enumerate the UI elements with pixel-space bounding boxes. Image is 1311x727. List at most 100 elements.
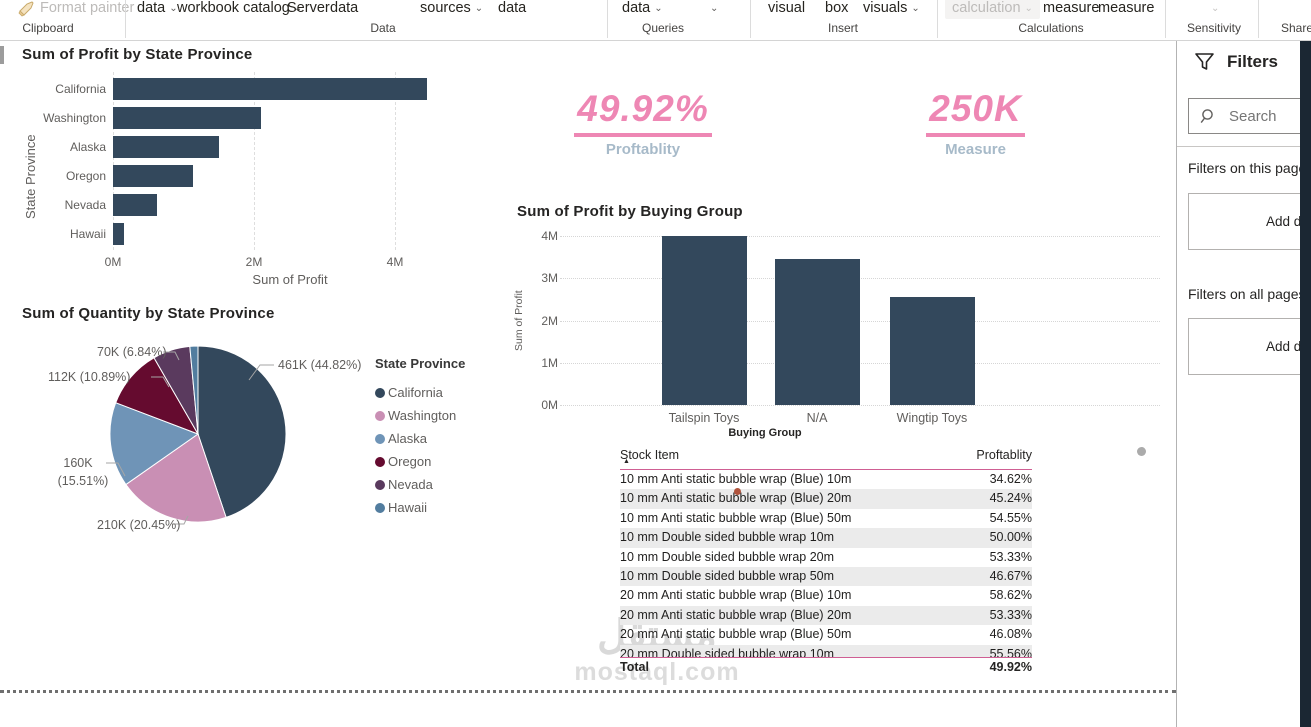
group-label-sensitivity: Sensitivity xyxy=(1187,21,1241,35)
column-header-stock-item[interactable]: Stock Item xyxy=(620,445,952,469)
kpi-value: 49.92% xyxy=(574,88,712,137)
transform-data-button[interactable]: data xyxy=(498,0,526,19)
bar-hawaii[interactable] xyxy=(113,223,124,245)
filters-search-box[interactable] xyxy=(1188,98,1311,134)
legend-item-washington[interactable]: Washington xyxy=(375,404,465,427)
kpi-label: Measure xyxy=(908,141,1043,158)
search-input[interactable] xyxy=(1227,107,1311,126)
bar-nevada[interactable] xyxy=(113,194,157,216)
y-axis-tick: 4M xyxy=(541,229,558,243)
new-measure-button[interactable]: measure xyxy=(1043,0,1099,19)
legend-item-oregon[interactable]: Oregon xyxy=(375,450,465,473)
chevron-down-icon: ⌄ xyxy=(475,3,483,14)
filter-funnel-icon xyxy=(1194,52,1215,72)
calculation-button[interactable]: calculation⌄ xyxy=(945,0,1040,19)
category-label: Oregon xyxy=(13,165,106,187)
gridline xyxy=(560,405,1160,406)
bar-california[interactable] xyxy=(113,78,427,100)
recent-sources-button[interactable]: sources⌄ xyxy=(420,0,483,19)
filters-pane: Filters Filters on this page Add data fi… xyxy=(1176,40,1304,727)
category-label: Wingtip Toys xyxy=(897,411,968,425)
group-label-calculations: Calculations xyxy=(1018,21,1083,35)
scrollbar-nub[interactable] xyxy=(0,46,4,64)
resize-handle-dot[interactable] xyxy=(1137,447,1146,456)
enter-data-button[interactable]: data xyxy=(330,0,358,19)
quick-measure-button[interactable]: measure xyxy=(1098,0,1154,19)
chevron-down-icon: ⌄ xyxy=(654,3,662,14)
table-row[interactable]: 20 mm Anti static bubble wrap (Blue) 10m… xyxy=(620,586,1032,605)
column-chart-profit-by-buying-group[interactable]: Sum of Profit by Buying Group Sum of Pro… xyxy=(505,195,1165,440)
bar-row: Oregon xyxy=(13,165,443,187)
x-axis-tick: 2M xyxy=(246,255,263,269)
proftablity-cell: 34.62% xyxy=(952,470,1032,489)
queries-data-button[interactable]: data⌄ xyxy=(622,0,663,19)
bar-oregon[interactable] xyxy=(113,165,193,187)
get-data-button[interactable]: data⌄ xyxy=(137,0,178,19)
plot-area xyxy=(560,236,1160,405)
gridline xyxy=(560,278,1160,279)
table-row[interactable]: 10 mm Double sided bubble wrap 10m50.00% xyxy=(620,528,1032,547)
bar-row: Alaska xyxy=(13,136,443,158)
y-axis-tick: 2M xyxy=(541,314,558,328)
pie-data-label: 112K (10.89%) xyxy=(48,370,130,384)
more-visuals-button[interactable]: visuals⌄ xyxy=(863,0,920,19)
pie-chart-quantity-by-state[interactable]: Sum of Quantity by State Province 461K (… xyxy=(10,298,510,553)
legend-item-california[interactable]: California xyxy=(375,381,465,404)
bar-row: Hawaii xyxy=(13,223,443,245)
table-row[interactable]: 10 mm Double sided bubble wrap 20m53.33% xyxy=(620,548,1032,567)
y-axis-tick: 1M xyxy=(541,356,558,370)
table-row[interactable]: 10 mm Double sided bubble wrap 50m46.67% xyxy=(620,567,1032,586)
legend-label: California xyxy=(388,385,443,400)
proftablity-cell: 46.08% xyxy=(952,625,1032,644)
workbook-catalog-button[interactable]: workbook catalog⌄ xyxy=(177,0,302,19)
kpi-card-measure[interactable]: 250K Measure xyxy=(908,88,1043,158)
bar-alaska[interactable] xyxy=(113,136,219,158)
add-data-fields-dropzone-all[interactable]: Add data fie xyxy=(1188,318,1311,375)
format-painter-button[interactable]: Format painter xyxy=(40,0,134,19)
new-visual-button[interactable]: visual xyxy=(768,0,805,19)
queries-dropdown-button[interactable]: ⌄ xyxy=(706,0,718,19)
stock-item-cell: 20 mm Anti static bubble wrap (Blue) 10m xyxy=(620,586,952,605)
ribbon: Format painter data⌄ workbook catalog⌄ S… xyxy=(0,0,1311,41)
proftablity-cell: 46.67% xyxy=(952,567,1032,586)
x-axis-tick: 0M xyxy=(105,255,122,269)
column-tailspin-toys[interactable] xyxy=(662,236,747,405)
ribbon-separator xyxy=(750,0,751,38)
annotation-dot xyxy=(734,488,741,495)
y-axis-tick: 3M xyxy=(541,271,558,285)
proftablity-cell: 58.62% xyxy=(952,586,1032,605)
category-label: Washington xyxy=(13,107,106,129)
table-stock-item-proftablity[interactable]: Stock Item Proftablity ▲ 10 mm Anti stat… xyxy=(620,445,1032,678)
group-label-share: Share xyxy=(1281,21,1311,35)
section-filters-all-pages: Filters on all pages xyxy=(1188,286,1306,302)
text-box-button[interactable]: box xyxy=(825,0,848,19)
stock-item-cell: 20 mm Double sided bubble wrap 10m xyxy=(620,645,952,658)
kpi-card-proftablity[interactable]: 49.92% Proftablity xyxy=(558,88,728,158)
column-wingtip-toys[interactable] xyxy=(890,297,975,405)
sensitivity-dropdown-button[interactable]: ⌄ xyxy=(1207,0,1219,19)
legend-dot xyxy=(375,411,385,421)
legend-item-nevada[interactable]: Nevada xyxy=(375,473,465,496)
stock-item-cell: 20 mm Anti static bubble wrap (Blue) 20m xyxy=(620,606,952,625)
column-n-a[interactable] xyxy=(775,259,860,405)
table-row[interactable]: 10 mm Anti static bubble wrap (Blue) 10m… xyxy=(620,470,1032,489)
table-row[interactable]: 10 mm Anti static bubble wrap (Blue) 20m… xyxy=(620,489,1032,508)
ribbon-separator xyxy=(937,0,938,38)
collapsed-pane-strip[interactable] xyxy=(1300,41,1311,727)
table-row[interactable]: 20 mm Double sided bubble wrap 10m55.56% xyxy=(620,645,1032,658)
legend-item-hawaii[interactable]: Hawaii xyxy=(375,496,465,519)
table-header[interactable]: Stock Item Proftablity ▲ xyxy=(620,445,1032,470)
add-data-fields-dropzone-page[interactable]: Add data fie xyxy=(1188,193,1311,250)
legend-item-alaska[interactable]: Alaska xyxy=(375,427,465,450)
table-row[interactable]: 20 mm Anti static bubble wrap (Blue) 50m… xyxy=(620,625,1032,644)
proftablity-cell: 45.24% xyxy=(952,489,1032,508)
column-header-proftablity[interactable]: Proftablity xyxy=(952,445,1032,469)
bar-washington[interactable] xyxy=(113,107,261,129)
table-row[interactable]: 10 mm Anti static bubble wrap (Blue) 50m… xyxy=(620,509,1032,528)
sql-server-button[interactable]: Server xyxy=(287,0,330,19)
filters-pane-title: Filters xyxy=(1227,52,1278,72)
x-axis-title: Sum of Profit xyxy=(170,272,410,287)
bar-chart-profit-by-state[interactable]: Sum of Profit by State Province State Pr… xyxy=(10,42,470,292)
table-row[interactable]: 20 mm Anti static bubble wrap (Blue) 20m… xyxy=(620,606,1032,625)
stock-item-cell: 10 mm Double sided bubble wrap 20m xyxy=(620,548,952,567)
